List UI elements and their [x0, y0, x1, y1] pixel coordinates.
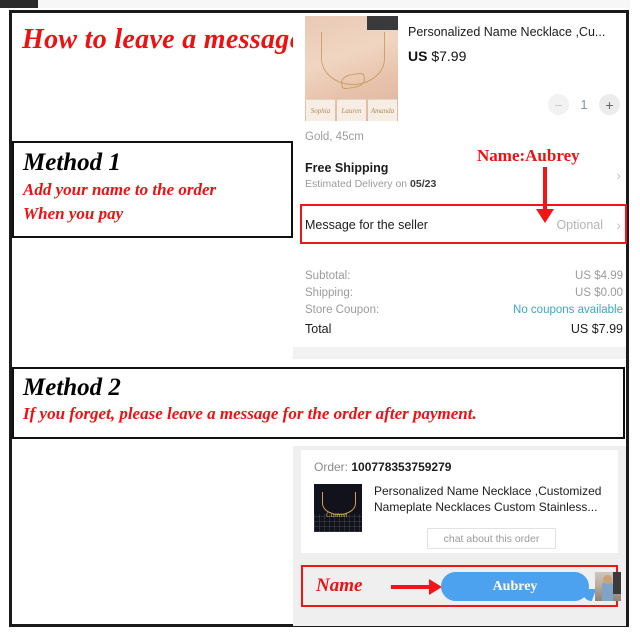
method-2-box: Method 2 If you forget, please leave a m…: [12, 367, 625, 439]
total-label: Total: [305, 322, 332, 336]
browser-tab-fragment: [0, 0, 38, 8]
product-title[interactable]: Personalized Name Necklace ,Cu...: [408, 25, 623, 40]
totals-list: Subtotal: US $4.99 Shipping: US $0.00 St…: [305, 267, 623, 339]
quantity-decrease-button[interactable]: −: [548, 94, 569, 115]
store-coupon-value[interactable]: No coupons available: [513, 304, 623, 316]
total-value: US $7.99: [570, 322, 623, 336]
totals-label: Shipping:: [305, 286, 353, 299]
annotation-arrow-shaft: [543, 167, 547, 213]
totals-row: Shipping: US $0.00: [305, 284, 623, 301]
method-1-box: Method 1 Add your name to the order When…: [12, 141, 293, 238]
order-panel: Order: 100778353759279 Custom Personaliz…: [293, 446, 626, 626]
nameplate-sample-1: Sophia: [306, 99, 335, 121]
quantity-stepper[interactable]: − 1 +: [548, 94, 620, 115]
product-variant: Gold, 45cm: [305, 131, 364, 143]
avatar: [595, 572, 621, 601]
section-divider-band: [293, 347, 626, 359]
shipping-estimate-date: 05/23: [410, 178, 437, 190]
product-price: US $7.99: [408, 48, 623, 64]
nameplate-sample-3: Amanda: [368, 99, 397, 121]
right-gutter: [630, 0, 640, 636]
order-item-thumbnail: Custom: [314, 484, 362, 532]
method-1-line-1: Add your name to the order: [23, 180, 217, 199]
shipping-estimate: Estimated Delivery on 05/23: [305, 178, 623, 190]
method-2-line-1: If you forget, please leave a message fo…: [23, 404, 477, 423]
avatar-body-shape: [602, 582, 613, 601]
product-info: Personalized Name Necklace ,Cu... US $7.…: [408, 25, 623, 64]
product-thumbnail: Sophia Lauren Amanda: [305, 16, 398, 121]
method-2-title: Method 2: [23, 374, 121, 401]
quantity-increase-button[interactable]: +: [599, 94, 620, 115]
order-item-title[interactable]: Personalized Name Necklace ,Customized N…: [374, 483, 612, 515]
order-number-value: 100778353759279: [351, 460, 452, 474]
price-value: $7.99: [431, 48, 467, 64]
method-1-line-2: When you pay: [23, 204, 124, 224]
annotation-arrow-shaft: [391, 585, 431, 589]
totals-label: Subtotal:: [305, 269, 351, 282]
thumbnail-top-bar: [367, 16, 398, 30]
highlight-box-message-row: [300, 204, 627, 244]
avatar-head-shape: [603, 575, 612, 584]
infographic-page: How to leave a message? Method 1 Add you…: [0, 0, 640, 636]
order-card: Order: 100778353759279 Custom Personaliz…: [301, 450, 618, 553]
totals-label: Store Coupon:: [305, 303, 380, 316]
totals-row: Store Coupon: No coupons available: [305, 301, 623, 318]
totals-value: US $4.99: [575, 269, 623, 282]
shipping-estimate-prefix: Estimated Delivery on: [305, 178, 411, 190]
browser-top-strip: [38, 0, 640, 8]
quantity-value: 1: [580, 97, 588, 112]
annotation-arrow-head: [536, 209, 554, 223]
totals-value: US $0.00: [575, 286, 623, 299]
chat-bubble-message[interactable]: Aubrey: [441, 572, 589, 601]
nameplate-text: Custom: [326, 511, 348, 519]
totals-row: Subtotal: US $4.99: [305, 267, 623, 284]
order-number-row: Order: 100778353759279: [314, 460, 451, 474]
checkout-panel: Sophia Lauren Amanda Personalized Name N…: [293, 13, 626, 359]
avatar-background-shape: [613, 572, 621, 594]
order-number-label: Order:: [314, 460, 352, 474]
annotation-name-label: Name: [316, 575, 363, 596]
chat-message-strip: Name Aubrey: [301, 565, 621, 607]
nameplate-sample-2: Lauren: [337, 99, 366, 121]
totals-row-grand: Total US $7.99: [305, 318, 623, 339]
annotation-name-aubrey: Name:Aubrey: [477, 146, 580, 165]
price-currency: US: [408, 48, 428, 64]
nameplate-samples: Sophia Lauren Amanda: [305, 99, 398, 121]
method-1-title: Method 1: [23, 149, 121, 176]
chat-about-this-order-button[interactable]: chat about this order: [427, 528, 556, 549]
page-title: How to leave a message?: [22, 24, 317, 55]
chevron-right-icon[interactable]: ›: [616, 167, 621, 183]
product-row: Sophia Lauren Amanda Personalized Name N…: [305, 16, 623, 126]
